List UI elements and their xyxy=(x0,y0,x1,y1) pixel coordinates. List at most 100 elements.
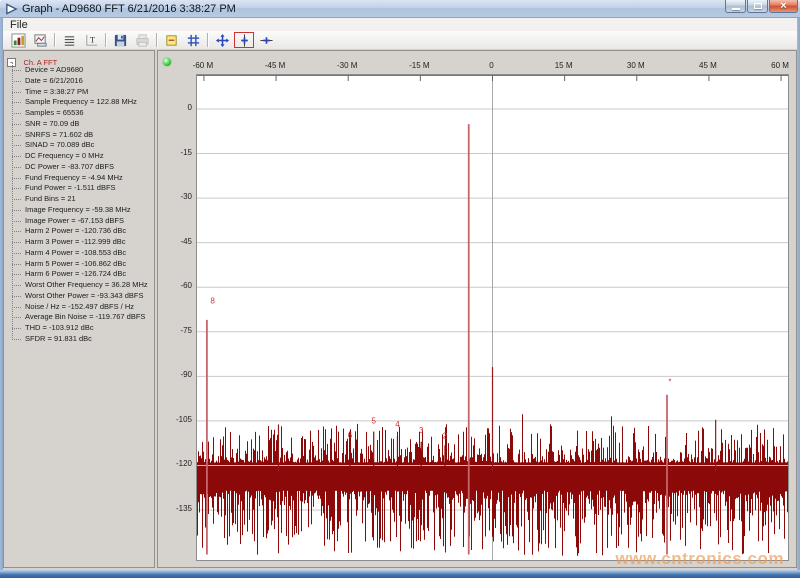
menu-bar: File xyxy=(3,18,797,32)
axis-labels-button[interactable]: T xyxy=(81,32,101,48)
maximize-icon xyxy=(754,3,762,9)
save-data-button[interactable] xyxy=(110,32,130,48)
x-tick-label: 60 M xyxy=(755,61,797,70)
axis-labels-icon: T xyxy=(84,33,99,48)
y-tick-label: 0 xyxy=(159,103,192,112)
pan-tool-icon xyxy=(215,33,230,48)
tree-item[interactable]: SINAD = 70.089 dBc xyxy=(8,140,154,151)
grid-toggle-icon xyxy=(186,33,201,48)
spur-marker-8: 8 xyxy=(210,297,215,306)
tree-item[interactable]: Worst Other Power = -93.343 dBFS xyxy=(8,291,154,302)
window-controls: × xyxy=(724,0,798,13)
menu-file[interactable]: File xyxy=(3,19,35,31)
y-tick-label: -135 xyxy=(159,504,192,513)
tree-item[interactable]: Image Power = -67.153 dBFS xyxy=(8,216,154,227)
close-button[interactable]: × xyxy=(769,0,798,13)
app-window: Graph - AD9680 FFT 6/21/2016 3:38:27 PM … xyxy=(0,0,800,578)
title-bar: Graph - AD9680 FFT 6/21/2016 3:38:27 PM … xyxy=(0,0,800,18)
spur-marker-5: 5 xyxy=(371,416,376,425)
plot-area[interactable]: 8 6 5 4 3 2 * xyxy=(196,74,789,561)
tree-item[interactable]: THD = -103.912 dBc xyxy=(8,323,154,334)
spur-marker-worst-other: * xyxy=(668,378,671,387)
copy-graph-image-button[interactable] xyxy=(30,32,50,48)
x-tick-label: 45 M xyxy=(683,61,733,70)
toolbar-separator xyxy=(54,33,55,47)
tree-item[interactable]: Date = 6/21/2016 xyxy=(8,76,154,87)
legend-toggle-button[interactable] xyxy=(161,32,181,48)
window-bottom-border xyxy=(0,570,800,578)
x-tick-label: 30 M xyxy=(611,61,661,70)
y-tick-label: -105 xyxy=(159,415,192,424)
maximize-button[interactable] xyxy=(747,0,768,13)
watermark: www.cntronics.com xyxy=(616,549,784,569)
tree-item[interactable]: Worst Other Frequency = 36.28 MHz xyxy=(8,280,154,291)
app-icon xyxy=(5,3,18,15)
close-icon: × xyxy=(780,1,786,12)
tree-item[interactable]: Fund Frequency = -4.94 MHz xyxy=(8,173,154,184)
tree-item[interactable]: Harm 6 Power = -126.724 dBc xyxy=(8,269,154,280)
pan-tool-button[interactable] xyxy=(212,32,232,48)
tree-item[interactable]: Harm 2 Power = -120.736 dBc xyxy=(8,226,154,237)
grid-toggle-button[interactable] xyxy=(183,32,203,48)
y-tick-label: -45 xyxy=(159,237,192,246)
tree-item[interactable]: Fund Power = -1.511 dBFS xyxy=(8,183,154,194)
y-tick-label: -75 xyxy=(159,326,192,335)
tree-item[interactable]: SNR = 70.09 dB xyxy=(8,119,154,130)
y-tick-label: -30 xyxy=(159,192,192,201)
x-tick-label: -30 M xyxy=(322,61,372,70)
tree-item[interactable]: Average Bin Noise = -119.767 dBFS xyxy=(8,312,154,323)
data-grid-icon xyxy=(62,33,77,48)
spur-marker-6: 6 xyxy=(348,431,353,440)
horizontal-cursor-tool-icon xyxy=(259,33,274,48)
tree-item[interactable]: Harm 3 Power = -112.999 dBc xyxy=(8,237,154,248)
toolbar: T xyxy=(3,31,797,50)
tree-item[interactable]: Device = AD9680 xyxy=(8,65,154,76)
tree-item[interactable]: DC Power = -83.707 dBFS xyxy=(8,162,154,173)
horizontal-cursor-tool-button[interactable] xyxy=(256,32,276,48)
tree-item[interactable]: SNRFS = 71.602 dB xyxy=(8,130,154,141)
print-graph-button[interactable] xyxy=(132,32,152,48)
fft-tree-list: Device = AD9680Date = 6/21/2016Time = 3:… xyxy=(8,65,154,345)
tree-item[interactable]: Harm 5 Power = -106.862 dBc xyxy=(8,259,154,270)
tree-item[interactable]: Fund Bins = 21 xyxy=(8,194,154,205)
spur-marker-2: 2 xyxy=(443,432,448,441)
vertical-cursor-tool-button[interactable] xyxy=(234,32,254,48)
graph-settings-button[interactable] xyxy=(8,32,28,48)
svg-text:T: T xyxy=(89,34,94,44)
minimize-button[interactable] xyxy=(725,0,746,13)
tree-item[interactable]: Time = 3:38:27 PM xyxy=(8,87,154,98)
x-tick-label: -15 M xyxy=(394,61,444,70)
tree-item[interactable]: DC Frequency = 0 MHz xyxy=(8,151,154,162)
tree-item[interactable]: Noise / Hz = -152.497 dBFS / Hz xyxy=(8,302,154,313)
toolbar-separator xyxy=(156,33,157,47)
toolbar-separator xyxy=(105,33,106,47)
tree-root: - Ch. A FFT xyxy=(7,54,57,65)
save-data-icon xyxy=(113,33,128,48)
copy-graph-image-icon xyxy=(33,33,48,48)
minimize-icon xyxy=(732,8,740,10)
print-graph-icon xyxy=(135,33,150,48)
tree-item[interactable]: Image Frequency = -59.38 MHz xyxy=(8,205,154,216)
y-tick-label: -120 xyxy=(159,459,192,468)
graph-settings-icon xyxy=(11,33,26,48)
window-left-border xyxy=(0,18,3,570)
x-tick-label: -60 M xyxy=(178,61,228,70)
vertical-cursor-tool-icon xyxy=(237,33,252,48)
y-tick-label: -15 xyxy=(159,148,192,157)
spur-marker-4: 4 xyxy=(395,420,400,429)
tree-item[interactable]: Sample Frequency = 122.88 MHz xyxy=(8,97,154,108)
tree-item[interactable]: SFDR = 91.831 dBc xyxy=(8,334,154,345)
x-tick-label: 15 M xyxy=(539,61,589,70)
tree-item[interactable]: Harm 4 Power = -108.553 dBc xyxy=(8,248,154,259)
y-tick-label: -60 xyxy=(159,281,192,290)
fft-plot-svg: 8 6 5 4 3 2 * xyxy=(197,75,788,560)
x-tick-label: -45 M xyxy=(250,61,300,70)
spur-marker-3: 3 xyxy=(419,426,424,435)
tree-item[interactable]: Samples = 65536 xyxy=(8,108,154,119)
main-area: - Ch. A FFT Device = AD9680Date = 6/21/2… xyxy=(3,49,797,570)
chart-panel: 8 6 5 4 3 2 * -60 M -45 M -30 M -15 M 0 15 M 30 M 45 … xyxy=(157,50,797,568)
window-title: Graph - AD9680 FFT 6/21/2016 3:38:27 PM xyxy=(22,3,236,15)
x-tick-label: 0 xyxy=(467,61,517,70)
legend-toggle-icon xyxy=(164,33,179,48)
data-grid-button[interactable] xyxy=(59,32,79,48)
